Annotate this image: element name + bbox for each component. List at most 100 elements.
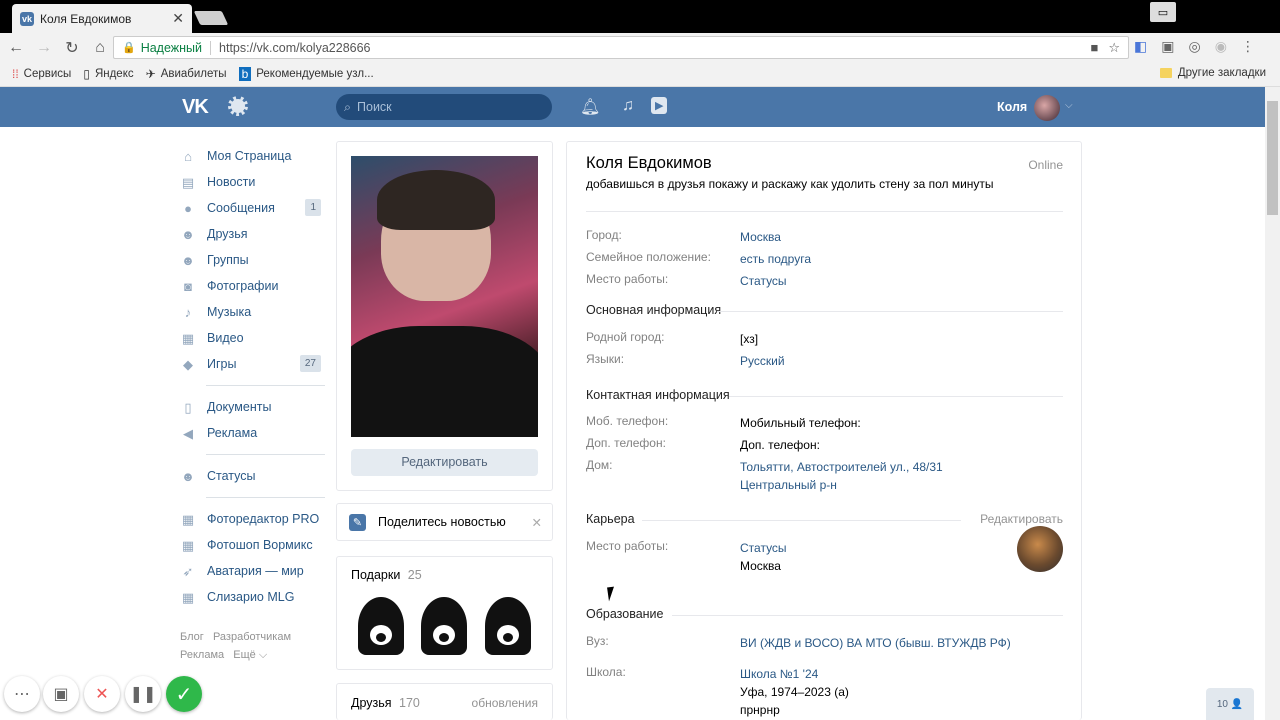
nav-messages[interactable]: ● Сообщения 1 <box>180 195 325 221</box>
footer-ads-link[interactable]: Реклама <box>180 649 224 661</box>
bell-icon[interactable]: 🔔︎ <box>580 97 600 117</box>
app-icon: ▦ <box>181 590 195 605</box>
tab-active[interactable]: vk Коля Евдокимов ✕ <box>12 4 192 33</box>
nav-label: Игры <box>207 357 237 371</box>
share-news-card[interactable]: ✎ Поделитесь новостью ✕ <box>336 503 553 541</box>
info-value-link[interactable]: Статусы <box>740 272 787 290</box>
gifts-card[interactable]: Подарки 25 <box>336 556 553 670</box>
info-value: Мобильный телефон: <box>740 416 861 430</box>
info-key: Школа: <box>586 665 626 679</box>
nav-label: Аватария — мир <box>207 564 304 578</box>
search-input[interactable]: ⌕ Поиск <box>336 94 552 120</box>
omnibox-actions: ■ ☆ <box>1090 40 1120 56</box>
career-edit-link[interactable]: Редактировать <box>980 512 1063 526</box>
scroll-thumb[interactable] <box>1267 101 1278 215</box>
profile-status-text[interactable]: добавишься в друзья покажу и раскажу как… <box>586 177 994 191</box>
info-value-link[interactable]: Центральный р-н <box>740 476 837 494</box>
divider <box>206 497 325 498</box>
url-text[interactable]: https://vk.com/kolya228666 <box>219 41 370 55</box>
bookmarks-bar: ⁞⁞ Сервисы ▯ Яндекс ✈ Авиабилеты b Рекоменду… <box>0 62 1280 87</box>
extensions-bar: ◧ ▣ ◎ ◉ ⋮ <box>1134 38 1255 55</box>
friends-online-badge[interactable]: 10 👤 <box>1206 688 1254 720</box>
info-value-link[interactable]: ВИ (ЖДВ и ВОСО) ВА МТО (бывш. ВТУЖДВ РФ) <box>740 634 1011 652</box>
profile-photo[interactable] <box>351 156 538 437</box>
footer-more-link[interactable]: Ещё ⌵ <box>233 649 267 661</box>
groups-icon: ☻ <box>181 253 195 268</box>
nav-app-avataria[interactable]: ➶ Аватария — мир <box>180 558 325 584</box>
vk-logo-icon[interactable]: VK <box>182 96 209 119</box>
menu-icon[interactable]: ⋮ <box>1241 38 1255 55</box>
bookmark-recommended[interactable]: b Рекомендуемые узл... <box>238 67 374 81</box>
info-value-link[interactable]: Тольятти, Автостроителей ул., 48/31 <box>740 458 943 476</box>
nav-documents[interactable]: ▯ Документы <box>180 394 325 420</box>
gift-item[interactable] <box>421 597 467 655</box>
nav-statuses[interactable]: ☻ Статусы <box>180 463 325 489</box>
info-value-link[interactable]: Школа №1 '24 <box>740 665 818 683</box>
nav-photos[interactable]: ◙ Фотографии <box>180 273 325 299</box>
extension-icon[interactable]: ◉ <box>1215 38 1227 55</box>
close-icon[interactable]: ✕ <box>532 515 542 530</box>
chat-icon[interactable]: ▣ <box>1161 38 1174 55</box>
bookmark-label: Яндекс <box>94 68 134 80</box>
nav-app-photoeditor[interactable]: ▦ Фоторедактор PRO <box>180 506 325 532</box>
nav-video[interactable]: ▦ Видео <box>180 325 325 351</box>
more-icon[interactable]: ⋯ <box>4 676 40 712</box>
pause-icon[interactable]: ❚❚ <box>125 676 161 712</box>
gift-item[interactable] <box>358 597 404 655</box>
nav-label: Фоторедактор PRO <box>207 512 320 526</box>
bookmark-yandex[interactable]: ▯ Яндекс <box>83 67 133 81</box>
vpn-icon[interactable]: ◎ <box>1188 38 1200 55</box>
cancel-recording-icon[interactable]: ✕ <box>84 676 120 712</box>
video-play-icon[interactable]: ▶ <box>651 97 668 114</box>
page-scrollbar[interactable] <box>1265 87 1280 720</box>
friends-updates-link[interactable]: обновления <box>472 696 538 710</box>
new-tab-button[interactable] <box>193 11 229 25</box>
home-icon[interactable]: ⌂ <box>88 39 112 57</box>
info-value-link[interactable]: Русский <box>740 352 785 370</box>
nav-my-page[interactable]: ⌂ Моя Страница <box>180 143 325 169</box>
nav-ads[interactable]: ◀ Реклама <box>180 420 325 446</box>
reload-icon[interactable]: ↻ <box>60 38 84 58</box>
nav-app-slizario[interactable]: ▦ Слизарио MLG <box>180 584 325 610</box>
header-user-name[interactable]: Коля <box>997 100 1027 114</box>
forward-icon[interactable]: → <box>32 39 56 57</box>
nav-news[interactable]: ▤ Новости <box>180 169 325 195</box>
football-icon[interactable] <box>228 96 248 116</box>
home-icon: ⌂ <box>184 149 192 164</box>
nav-label: Друзья <box>207 227 248 241</box>
screen-capture-icon[interactable]: ▣ <box>43 676 79 712</box>
footer-blog-link[interactable]: Блог <box>180 631 204 643</box>
star-icon[interactable]: ☆ <box>1108 40 1120 56</box>
back-icon[interactable]: ← <box>4 39 28 57</box>
documents-icon: ▯ <box>184 400 192 415</box>
career-group-avatar[interactable] <box>1017 526 1063 572</box>
ads-icon: ◀ <box>183 426 193 441</box>
nav-music[interactable]: ♪ Музыка <box>180 299 325 325</box>
nav-groups[interactable]: ☻ Группы <box>180 247 325 273</box>
camera-icon[interactable]: ■ <box>1090 40 1098 56</box>
nav-friends[interactable]: ☻ Друзья <box>180 221 325 247</box>
chevron-down-icon[interactable]: ⌵ <box>1065 100 1073 111</box>
profile-window-icon[interactable]: ▭ <box>1150 2 1176 22</box>
address-bar[interactable]: 🔒 Надежный https://vk.com/kolya228666 ■ … <box>113 36 1129 59</box>
nav-footer: Блог Разработчикам Реклама Ещё ⌵ <box>180 628 325 664</box>
tab-close-icon[interactable]: ✕ <box>172 10 184 27</box>
header-avatar[interactable] <box>1034 95 1060 121</box>
bookmark-avia[interactable]: ✈ Авиабилеты <box>146 67 227 81</box>
info-value-link[interactable]: Москва <box>740 228 781 246</box>
friends-card[interactable]: Друзья 170 обновления <box>336 683 553 720</box>
info-value-link[interactable]: есть подруга <box>740 250 811 268</box>
nav-label: Документы <box>207 400 272 414</box>
nav-games[interactable]: ◆ Игры 27 <box>180 351 325 377</box>
music-note-icon[interactable]: ♫ <box>622 97 634 115</box>
footer-devs-link[interactable]: Разработчикам <box>213 631 291 643</box>
gift-item[interactable] <box>485 597 531 655</box>
translate-icon[interactable]: ◧ <box>1134 38 1147 55</box>
edit-profile-button[interactable]: Редактировать <box>351 449 538 476</box>
confirm-check-icon[interactable]: ✓ <box>166 676 202 712</box>
info-value-link[interactable]: Статусы <box>740 539 787 557</box>
bookmark-services[interactable]: ⁞⁞ Сервисы <box>12 67 71 81</box>
other-bookmarks[interactable]: Другие закладки <box>1159 67 1266 79</box>
nav-label: Видео <box>207 331 244 345</box>
nav-app-photoshop-wormix[interactable]: ▦ Фотошоп Вормикс <box>180 532 325 558</box>
